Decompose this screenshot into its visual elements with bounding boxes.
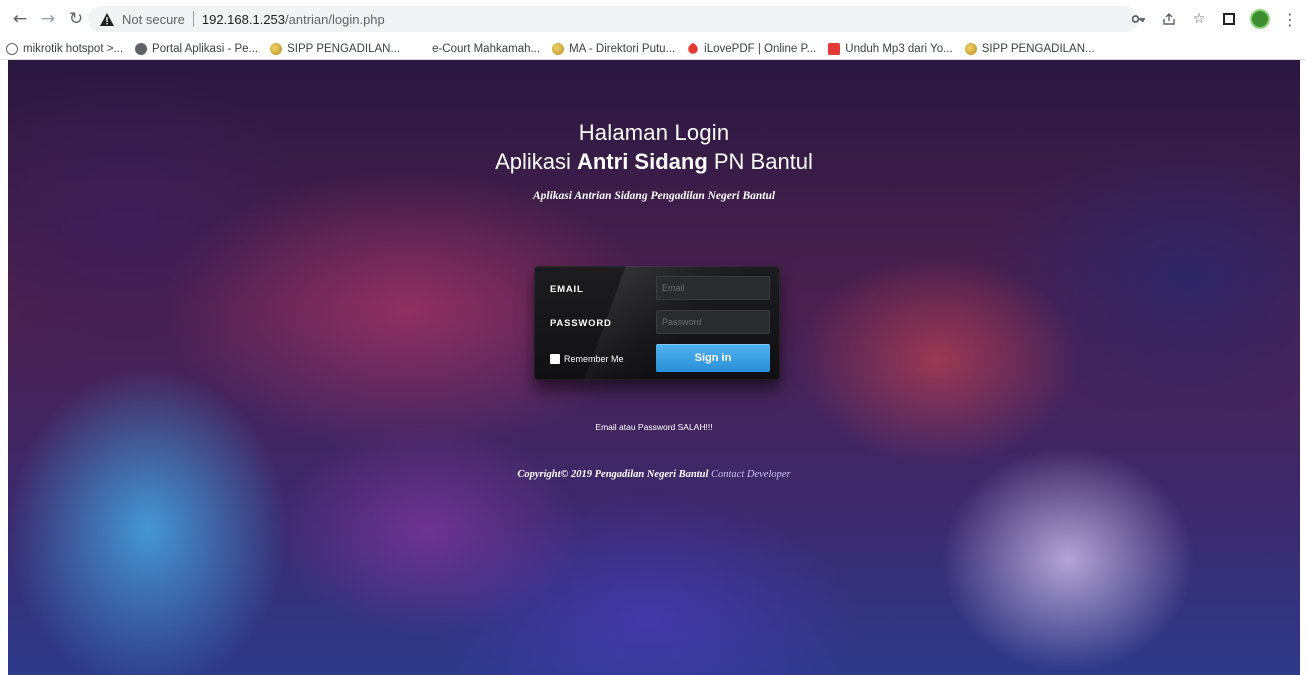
bookmark-ma-direktori[interactable]: MA - Direktori Putu... [546, 38, 681, 60]
app-title-prefix: Aplikasi [495, 149, 577, 174]
browser-actions: ☆ ⋮ [1130, 0, 1298, 38]
email-label: EMAIL [550, 284, 584, 295]
bookmark-ilovepdf[interactable]: iLovePDF | Online P... [681, 38, 822, 60]
bookmark-label: iLovePDF | Online P... [704, 42, 817, 55]
url-path: /antrian/login.php [285, 11, 385, 27]
page-subtitle: Aplikasi Antrian Sidang Pengadilan Neger… [532, 190, 776, 202]
url-host: 192.168.1.253 [201, 11, 286, 27]
browser-toolbar: ← → ↻ Not secure 192.168.1.253/antrian/l… [0, 0, 1306, 38]
remember-me: Remember Me [550, 354, 624, 364]
bookmark-portal-aplikasi[interactable]: Portal Aplikasi - Pe... [129, 38, 264, 60]
login-form: EMAIL PASSWORD Remember Me Sign in [534, 266, 780, 380]
bookmark-label: SIPP PENGADILAN... [287, 42, 401, 55]
app-title-bold: Antri Sidang [576, 149, 708, 174]
bookmark-favicon-icon [6, 42, 18, 55]
menu-icon[interactable]: ⋮ [1282, 10, 1298, 29]
key-icon[interactable] [1130, 10, 1148, 28]
password-label: PASSWORD [550, 318, 612, 329]
court-logo-icon [964, 42, 977, 55]
bookmark-sipp-1[interactable]: SIPP PENGADILAN... [264, 38, 406, 60]
forward-arrow-icon[interactable]: → [36, 7, 60, 31]
password-field[interactable] [656, 310, 770, 334]
bookmark-ecourt[interactable]: e-Court Mahkamah... [426, 38, 546, 60]
address-divider [192, 11, 194, 27]
bookmark-label: Portal Aplikasi - Pe... [152, 42, 259, 55]
bookmark-unduh-mp3[interactable]: Unduh Mp3 dari Yo... [822, 38, 958, 60]
bookmark-label: e-Court Mahkamah... [432, 42, 541, 55]
contact-developer-link[interactable]: Contact Developer [711, 469, 791, 480]
court-logo-icon [270, 42, 283, 55]
profile-icon[interactable] [1250, 9, 1270, 29]
sign-in-button[interactable]: Sign in [656, 344, 770, 372]
reload-icon[interactable]: ↻ [64, 7, 88, 31]
star-icon[interactable]: ☆ [1190, 10, 1208, 28]
footer: Copyright© 2019 Pengadilan Negeri Bantul… [8, 469, 1300, 480]
app-title-suffix: PN Bantul [707, 149, 813, 174]
bookmark-label: SIPP PENGADILAN... [981, 42, 1095, 55]
address-bar[interactable]: Not secure 192.168.1.253/antrian/login.p… [88, 6, 1138, 32]
warning-icon[interactable] [100, 12, 114, 26]
remember-me-checkbox[interactable] [550, 354, 560, 364]
remember-me-label: Remember Me [564, 354, 624, 364]
login-error-message: Email atau Password SALAH!!! [595, 422, 713, 432]
copyright-text: Copyright© 2019 Pengadilan Negeri Bantul [517, 469, 712, 480]
globe-icon [135, 42, 148, 55]
page-title: Halaman Login [578, 120, 730, 145]
bookmark-label: mikrotik hotspot >... [23, 42, 124, 55]
page-header: Halaman Login Aplikasi Antri Sidang PN B… [8, 120, 1300, 202]
bookmark-sipp-2[interactable]: SIPP PENGADILAN... [959, 38, 1101, 60]
app-title: Aplikasi Antri Sidang PN Bantul [8, 148, 1300, 176]
sidebar-icon[interactable] [1220, 10, 1238, 28]
share-icon[interactable] [1160, 10, 1178, 28]
email-field[interactable] [656, 276, 770, 300]
bookmark-mikrotik[interactable]: mikrotik hotspot >... [0, 38, 129, 60]
bookmark-label: Unduh Mp3 dari Yo... [845, 42, 953, 55]
heart-icon [686, 41, 700, 56]
bookmark-label: MA - Direktori Putu... [569, 42, 676, 55]
bookmarks-bar: mikrotik hotspot >... Portal Aplikasi - … [0, 38, 1306, 60]
login-page: Halaman Login Aplikasi Antri Sidang PN B… [8, 60, 1300, 675]
court-logo-icon [552, 42, 565, 55]
back-arrow-icon[interactable]: ← [8, 7, 32, 31]
download-icon [828, 42, 841, 55]
security-status: Not secure [122, 11, 185, 27]
